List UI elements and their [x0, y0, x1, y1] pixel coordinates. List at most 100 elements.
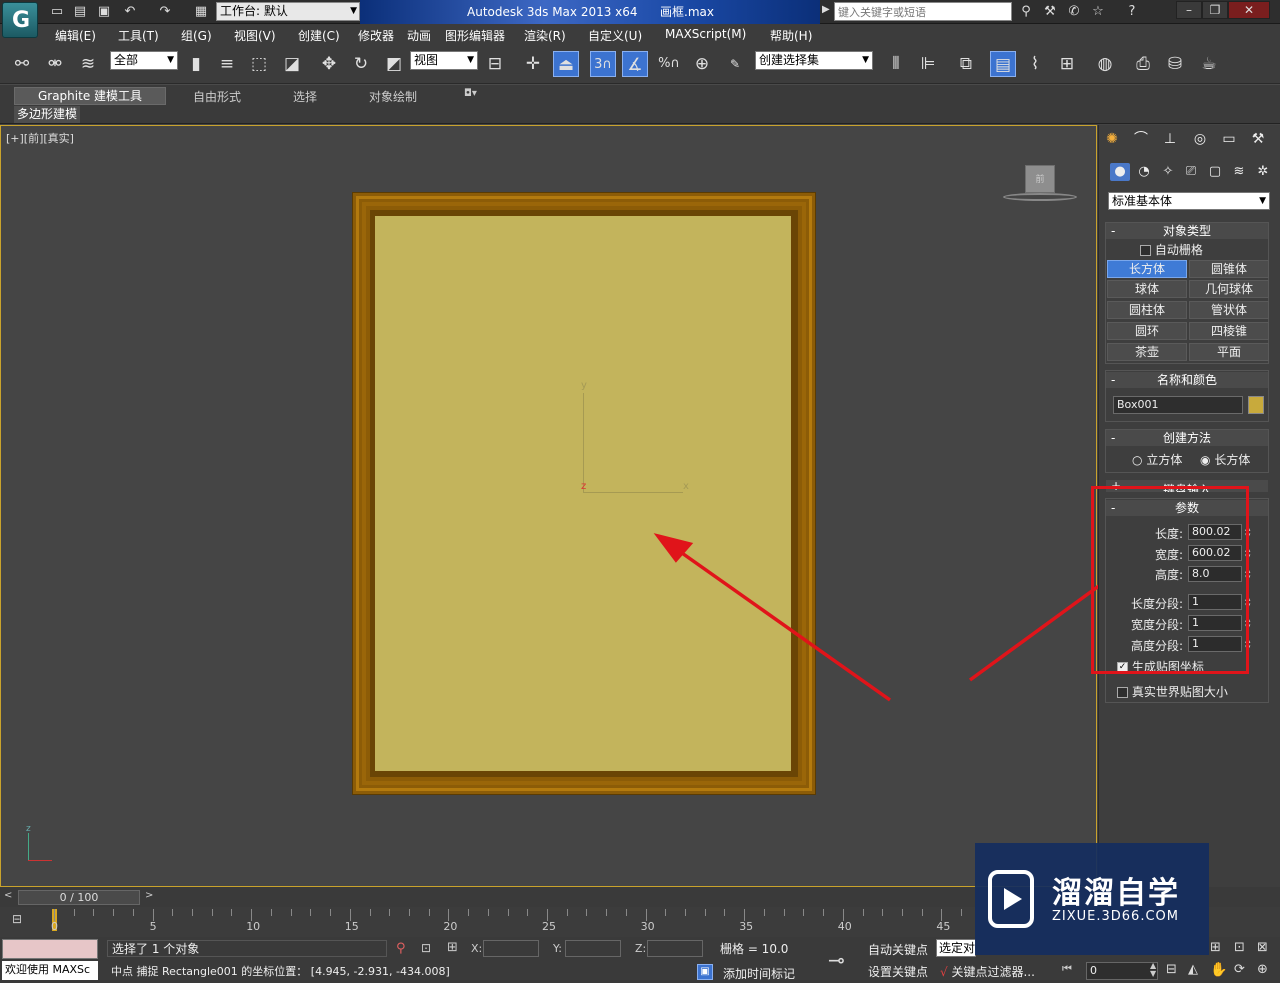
auto-key-button[interactable]: 自动关键点: [868, 941, 928, 958]
time-slider-thumb[interactable]: 0 / 100: [18, 890, 140, 905]
creation-method-title[interactable]: - 创建方法: [1106, 430, 1268, 446]
object-name-input[interactable]: Box001: [1113, 396, 1243, 414]
modify-tab-icon[interactable]: ⌒: [1131, 129, 1151, 149]
graphite-toggle-icon[interactable]: ▤: [990, 51, 1016, 77]
frame-spinner[interactable]: ▲ ▼: [1150, 962, 1156, 978]
prev-frame-icon[interactable]: <: [4, 890, 12, 901]
project-folder-icon[interactable]: ▦: [192, 3, 210, 20]
percent-snap-icon[interactable]: %∩: [656, 51, 682, 77]
layer-manager-icon[interactable]: ⧉: [953, 51, 979, 77]
box-radio[interactable]: ◉ 长方体: [1200, 451, 1250, 468]
open-file-icon[interactable]: ▤: [71, 3, 89, 20]
save-icon[interactable]: ▣: [95, 3, 113, 20]
viewcube[interactable]: 前: [1025, 165, 1055, 193]
mirror-icon[interactable]: ⫴: [883, 51, 909, 77]
shapes-icon[interactable]: ◔: [1134, 163, 1154, 181]
motion-tab-icon[interactable]: ◎: [1190, 129, 1210, 149]
curve-editor-icon[interactable]: ⌇: [1022, 51, 1048, 77]
ribbon-options-icon[interactable]: ◘▾: [464, 88, 477, 99]
viewcube-ring[interactable]: [1003, 193, 1077, 201]
set-key-button[interactable]: 设置关键点: [868, 963, 928, 980]
communication-icon[interactable]: ✆: [1064, 2, 1084, 22]
named-selection-dropdown[interactable]: 创建选择集 ▼: [755, 51, 873, 70]
teapot-button[interactable]: 茶壶: [1107, 343, 1187, 361]
link-icon[interactable]: ⚯: [9, 51, 35, 77]
material-editor-icon[interactable]: ◍: [1092, 51, 1118, 77]
schematic-view-icon[interactable]: ⊞: [1054, 51, 1080, 77]
plane-button[interactable]: 平面: [1189, 343, 1269, 361]
menu-customize[interactable]: 自定义(U): [588, 27, 642, 44]
menu-rendering[interactable]: 渲染(R): [524, 27, 566, 44]
spinner-snap-icon[interactable]: ⊕: [689, 51, 715, 77]
select-manipulate-icon[interactable]: ✛: [520, 51, 546, 77]
chevron-right-icon[interactable]: ▶: [822, 4, 830, 15]
set-key-icon[interactable]: ⊸: [828, 948, 845, 972]
autogrid-checkbox[interactable]: 自动栅格: [1140, 241, 1203, 258]
cube-radio[interactable]: ○ 立方体: [1132, 451, 1182, 468]
cone-button[interactable]: 圆锥体: [1189, 260, 1269, 278]
select-by-name-icon[interactable]: ≡: [214, 51, 240, 77]
zoom-extents-icon[interactable]: ⊡: [1234, 940, 1245, 955]
rotate-icon[interactable]: ↻: [348, 51, 374, 77]
maximize-viewport-icon[interactable]: ⊕: [1257, 962, 1268, 977]
favorites-star-icon[interactable]: ☆: [1088, 2, 1108, 22]
menu-edit[interactable]: 编辑(E): [55, 27, 96, 44]
gizmo-x-axis[interactable]: [583, 492, 683, 493]
tab-graphite-modeling[interactable]: Graphite 建模工具: [14, 87, 166, 105]
tab-selection[interactable]: 选择: [293, 88, 317, 105]
space-warps-icon[interactable]: ≋: [1229, 163, 1249, 181]
helpers-icon[interactable]: ▢: [1205, 163, 1225, 181]
real-world-map-checkbox[interactable]: 真实世界贴图大小: [1117, 683, 1228, 700]
zoom-extents-all-icon[interactable]: ⊠: [1257, 940, 1268, 955]
add-time-tag[interactable]: 添加时间标记: [723, 965, 795, 982]
name-color-title[interactable]: - 名称和颜色: [1106, 372, 1268, 388]
rendered-frame-icon[interactable]: ⛁: [1162, 51, 1188, 77]
tube-button[interactable]: 管状体: [1189, 301, 1269, 319]
absolute-mode-icon[interactable]: ⊞: [447, 940, 458, 955]
mini-curve-editor-icon[interactable]: ⊟: [12, 912, 34, 928]
geometry-icon[interactable]: ●: [1110, 163, 1130, 181]
tab-freeform[interactable]: 自由形式: [193, 88, 241, 105]
align-icon[interactable]: ⊫: [915, 51, 941, 77]
display-tab-icon[interactable]: ▭: [1219, 129, 1239, 149]
create-tab-icon[interactable]: ✺: [1102, 129, 1122, 149]
tab-object-paint[interactable]: 对象绘制: [369, 88, 417, 105]
geosphere-button[interactable]: 几何球体: [1189, 280, 1269, 298]
object-color-swatch[interactable]: [1248, 396, 1264, 414]
app-logo-button[interactable]: [2, 2, 38, 38]
search-input[interactable]: 键入关键字或短语: [834, 2, 1012, 21]
help-icon[interactable]: ?: [1122, 2, 1142, 22]
cylinder-button[interactable]: 圆柱体: [1107, 301, 1187, 319]
checkbox-box[interactable]: [1117, 687, 1128, 698]
primitive-type-dropdown[interactable]: 标准基本体 ▼: [1108, 192, 1270, 210]
checkbox-box[interactable]: [1140, 245, 1151, 256]
orbit-icon[interactable]: ⟳: [1234, 962, 1245, 977]
menu-animation[interactable]: 动画: [407, 27, 431, 44]
edit-named-selection-icon[interactable]: ✎: [722, 51, 748, 77]
viewport-label[interactable]: [+][前][真实]: [6, 130, 74, 146]
menu-group[interactable]: 组(G): [181, 27, 212, 44]
object-type-title[interactable]: - 对象类型: [1106, 223, 1268, 239]
new-file-icon[interactable]: ▭: [48, 3, 66, 20]
y-coord-field[interactable]: [565, 940, 621, 957]
snap-toggle-icon[interactable]: 3∩: [590, 51, 616, 77]
zoom-region-icon[interactable]: ⊟: [1166, 962, 1177, 977]
binoculars-icon[interactable]: ⚲: [1016, 2, 1036, 22]
minimize-button[interactable]: –: [1176, 1, 1202, 19]
angle-snap-icon[interactable]: ∡: [622, 51, 648, 77]
utilities-tab-icon[interactable]: ⚒: [1248, 129, 1268, 149]
maxscript-mini-input[interactable]: 欢迎使用 MAXSc: [2, 961, 98, 980]
rect-selection-region-icon[interactable]: ⬚: [246, 51, 272, 77]
move-icon[interactable]: ✥: [316, 51, 342, 77]
scale-icon[interactable]: ◩: [381, 51, 407, 77]
selection-filter-dropdown[interactable]: 全部 ▼: [110, 51, 178, 70]
isolate-selection-icon[interactable]: ⚲: [396, 941, 406, 956]
z-coord-field[interactable]: [647, 940, 703, 957]
hierarchy-tab-icon[interactable]: ⊥: [1160, 129, 1180, 149]
menu-help[interactable]: 帮助(H): [770, 27, 812, 44]
cameras-icon[interactable]: ⎚: [1181, 163, 1201, 181]
key-filters-button[interactable]: √ 关键点过滤器...: [940, 963, 1035, 980]
pivot-center-icon[interactable]: ⊟: [482, 51, 508, 77]
zoom-all-icon[interactable]: ⊞: [1210, 940, 1221, 955]
pyramid-button[interactable]: 四棱锥: [1189, 322, 1269, 340]
